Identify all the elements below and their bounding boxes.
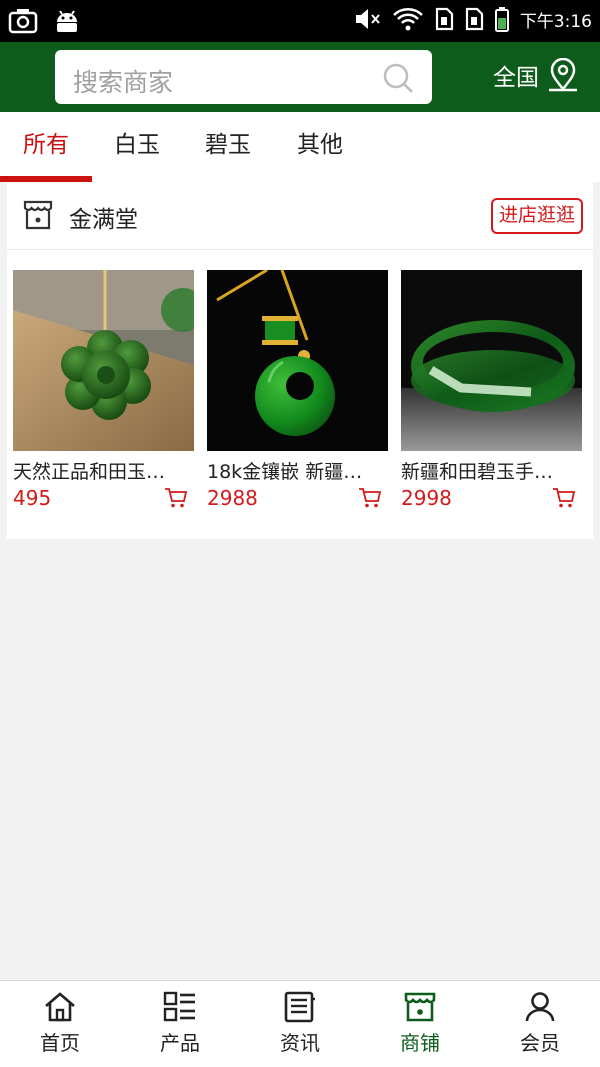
store-icon (404, 992, 436, 1022)
nav-home[interactable]: 首页 (0, 981, 120, 1067)
nav-member-label: 会员 (520, 1031, 560, 1055)
search-icon[interactable] (382, 62, 414, 94)
product-name: 18k金镶嵌 新疆… (207, 461, 363, 483)
status-bar: 下午3:16 (0, 0, 600, 42)
tab-all[interactable]: 所有 (0, 112, 92, 182)
cart-icon[interactable] (552, 487, 576, 509)
android-icon (57, 10, 77, 32)
region-selector[interactable]: 全国 (493, 58, 579, 92)
cart-icon[interactable] (164, 487, 188, 509)
store-icon (23, 200, 53, 230)
home-icon (45, 992, 75, 1022)
nav-stores-label: 商铺 (400, 1031, 440, 1055)
tab-white-jade[interactable]: 白玉 (91, 112, 183, 182)
search-input[interactable]: 搜索商家 (55, 50, 432, 104)
cart-icon[interactable] (358, 487, 382, 509)
status-time: 下午3:16 (519, 11, 592, 32)
tab-jasper[interactable]: 碧玉 (182, 112, 274, 182)
nav-products-label: 产品 (160, 1031, 200, 1055)
product-name: 天然正品和田玉… (13, 461, 166, 483)
shop-card: 金满堂 进店逛逛 天然正品和田玉… 495 18k金镶嵌 新疆… 2988 新疆… (7, 182, 593, 539)
search-placeholder: 搜索商家 (73, 68, 174, 97)
product-list: 天然正品和田玉… 495 18k金镶嵌 新疆… 2988 新疆和田碧玉手… 29… (13, 270, 587, 510)
sim2-icon (465, 7, 483, 31)
battery-icon (494, 7, 509, 32)
mute-icon (355, 9, 380, 29)
location-pin-icon (549, 58, 577, 92)
product-item[interactable]: 18k金镶嵌 新疆… 2988 (207, 270, 388, 510)
news-icon (284, 991, 315, 1023)
wifi-icon (392, 8, 423, 31)
product-image (13, 270, 194, 451)
product-image (207, 270, 388, 451)
product-image (401, 270, 582, 451)
product-item[interactable]: 新疆和田碧玉手… 2998 (401, 270, 582, 510)
shop-header[interactable]: 金满堂 进店逛逛 (7, 182, 593, 250)
nav-home-label: 首页 (40, 1031, 80, 1055)
sim1-icon (435, 7, 453, 31)
region-label: 全国 (493, 65, 539, 91)
nav-news-label: 资讯 (280, 1031, 320, 1055)
nav-stores[interactable]: 商铺 (360, 981, 480, 1067)
app-header: 搜索商家 全国 (0, 42, 600, 112)
product-item[interactable]: 天然正品和田玉… 495 (13, 270, 194, 510)
product-name: 新疆和田碧玉手… (401, 461, 554, 483)
category-tabs: 所有 白玉 碧玉 其他 (0, 112, 600, 182)
bottom-navigation: 首页 产品 资讯 商铺 会员 (0, 980, 600, 1067)
nav-news[interactable]: 资讯 (240, 981, 360, 1067)
shop-name: 金满堂 (69, 207, 138, 233)
visit-shop-button[interactable]: 进店逛逛 (490, 198, 583, 234)
list-icon (163, 991, 195, 1022)
nav-products[interactable]: 产品 (120, 981, 240, 1067)
screenshot-icon (8, 9, 38, 34)
user-icon (525, 992, 555, 1022)
tab-other[interactable]: 其他 (274, 112, 366, 182)
nav-member[interactable]: 会员 (480, 981, 600, 1067)
